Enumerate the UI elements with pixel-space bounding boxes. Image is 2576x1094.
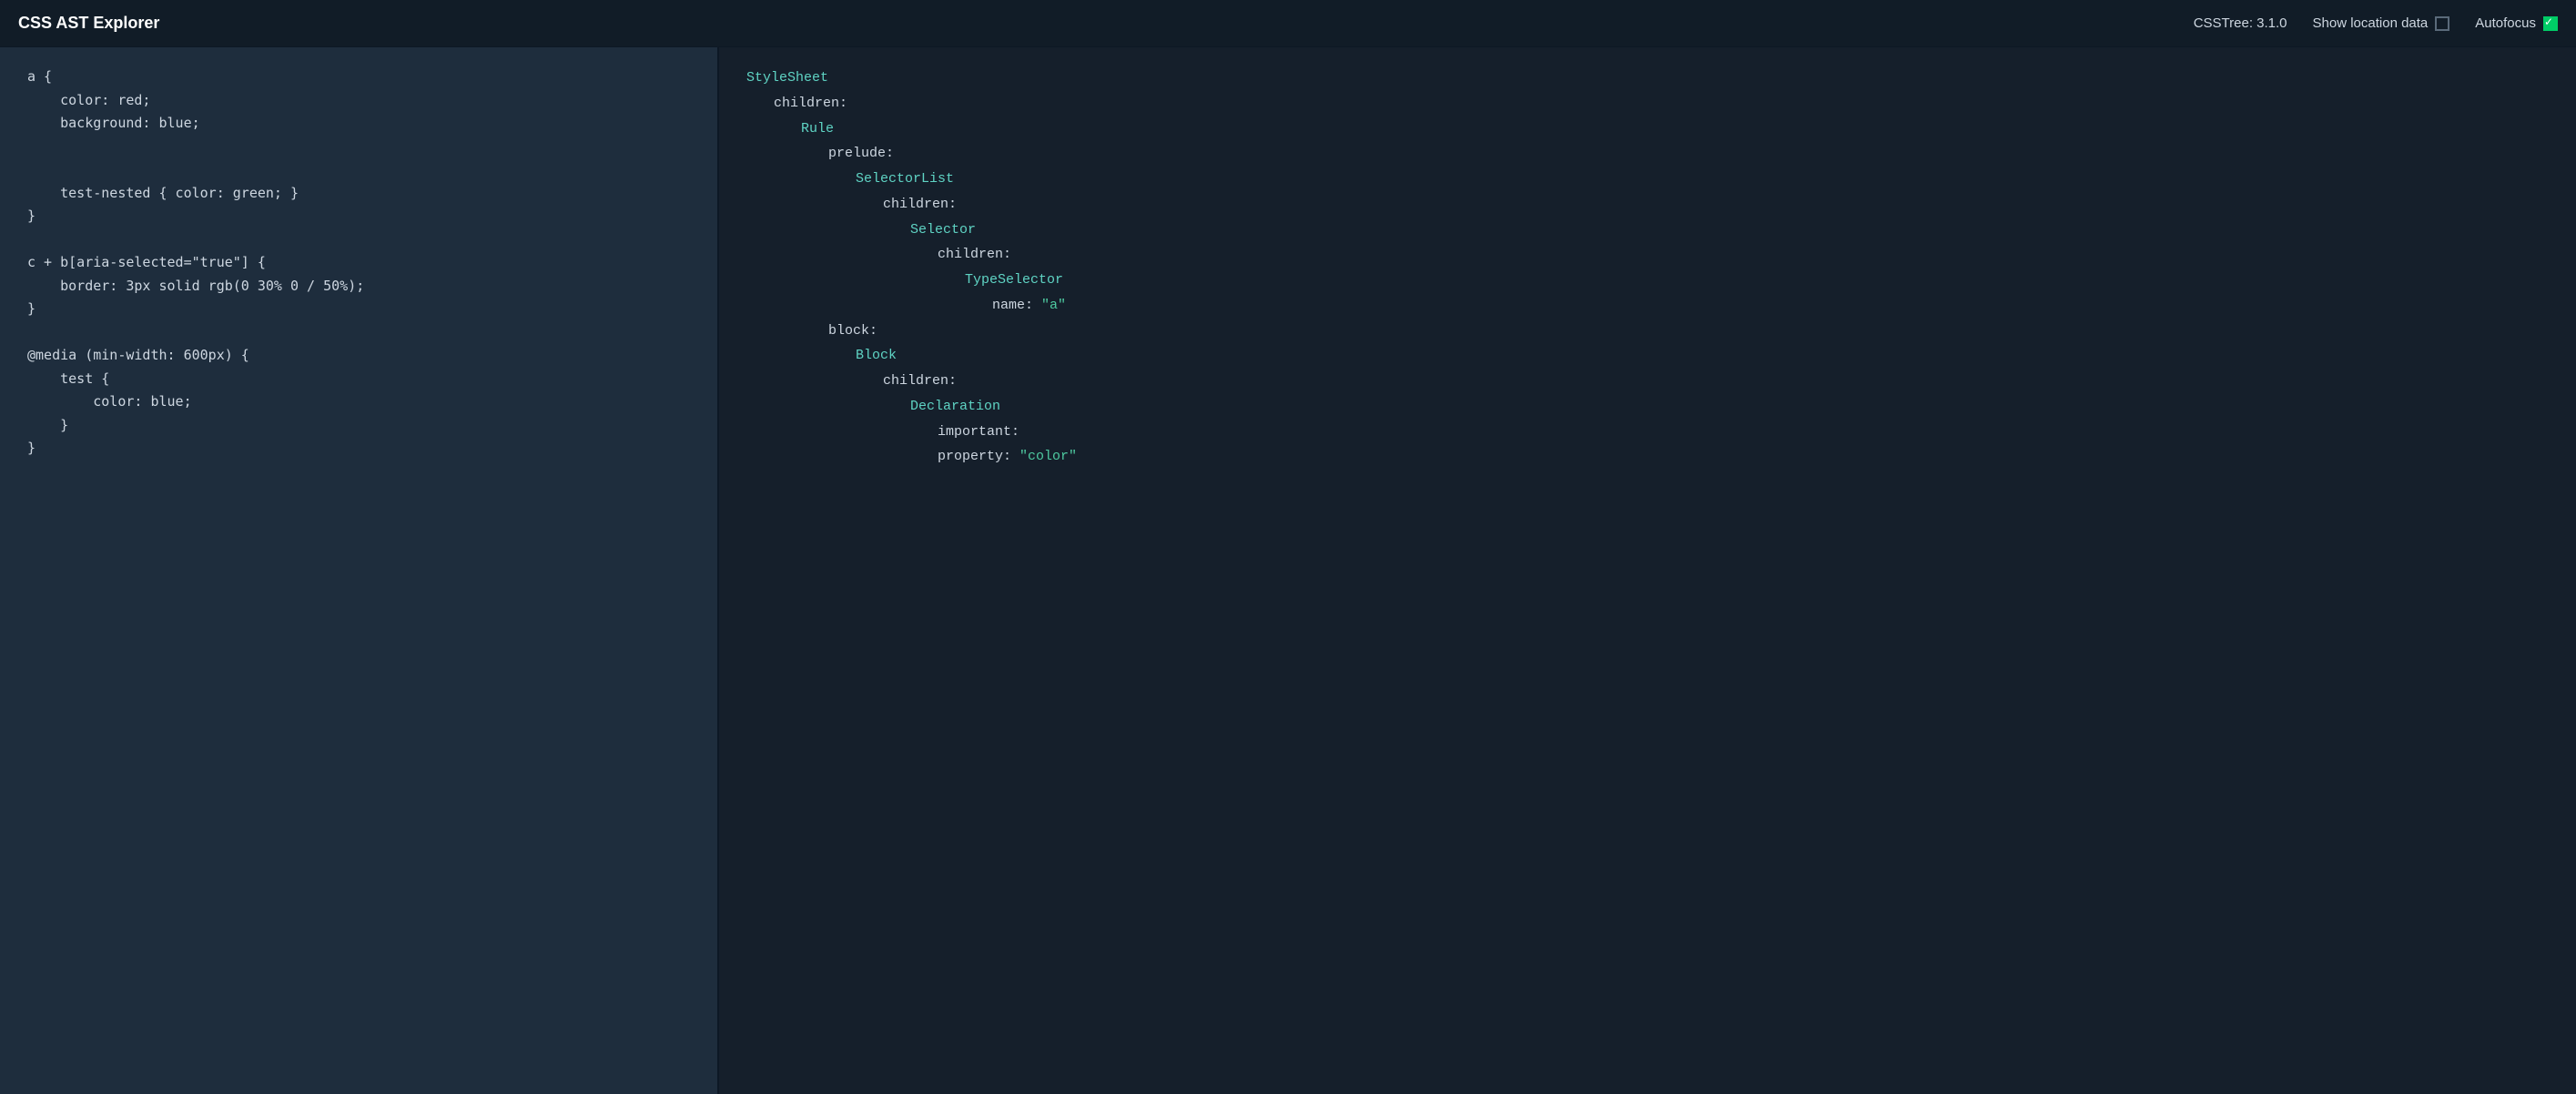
header-controls: CSSTree: 3.1.0 Show location data Autofo… <box>2194 15 2558 31</box>
ast-node-selectorlist[interactable]: SelectorList <box>746 167 2549 192</box>
ast-node-rule[interactable]: Rule <box>746 116 2549 142</box>
node-type-declaration: Declaration <box>910 399 1000 414</box>
node-type-typeselector: TypeSelector <box>965 272 1063 288</box>
show-location-checkbox[interactable] <box>2435 16 2449 31</box>
ast-key-children-3: children: <box>746 242 2549 268</box>
ast-keyval-name: name: "a" <box>746 293 2549 319</box>
main-layout: a { color: red; background: blue; test-n… <box>0 47 2576 1094</box>
ast-node-declaration[interactable]: Declaration <box>746 394 2549 420</box>
autofocus-control[interactable]: Autofocus <box>2475 15 2558 31</box>
autofocus-label: Autofocus <box>2475 15 2536 31</box>
ast-key-block: block: <box>746 319 2549 344</box>
node-type-selector: Selector <box>910 222 976 238</box>
ast-node-block[interactable]: Block <box>746 343 2549 369</box>
node-type-rule: Rule <box>801 121 834 137</box>
version-label: CSSTree: 3.1.0 <box>2194 15 2287 31</box>
ast-key-important: important: <box>746 420 2549 445</box>
node-type-stylesheet: StyleSheet <box>746 70 828 86</box>
node-type-selectorlist: SelectorList <box>856 171 954 187</box>
editor-pane[interactable]: a { color: red; background: blue; test-n… <box>0 47 719 1094</box>
ast-node-selector[interactable]: Selector <box>746 218 2549 243</box>
header: CSS AST Explorer CSSTree: 3.1.0 Show loc… <box>0 0 2576 47</box>
autofocus-checkbox[interactable] <box>2543 16 2558 31</box>
ast-key-children-2: children: <box>746 192 2549 218</box>
node-type-block: Block <box>856 348 897 363</box>
ast-key-children-1: children: <box>746 91 2549 116</box>
ast-key-children-4: children: <box>746 369 2549 394</box>
ast-node-stylesheet[interactable]: StyleSheet <box>746 66 2549 91</box>
app-title: CSS AST Explorer <box>18 14 159 33</box>
show-location-label: Show location data <box>2313 15 2429 31</box>
ast-pane: StyleSheet children: Rule prelude: Selec… <box>719 47 2576 1094</box>
code-editor[interactable]: a { color: red; background: blue; test-n… <box>27 66 690 461</box>
ast-keyval-property: property: "color" <box>746 444 2549 470</box>
ast-key-prelude: prelude: <box>746 141 2549 167</box>
ast-tree: StyleSheet children: Rule prelude: Selec… <box>746 66 2549 470</box>
ast-node-typeselector[interactable]: TypeSelector <box>746 268 2549 293</box>
show-location-control[interactable]: Show location data <box>2313 15 2450 31</box>
